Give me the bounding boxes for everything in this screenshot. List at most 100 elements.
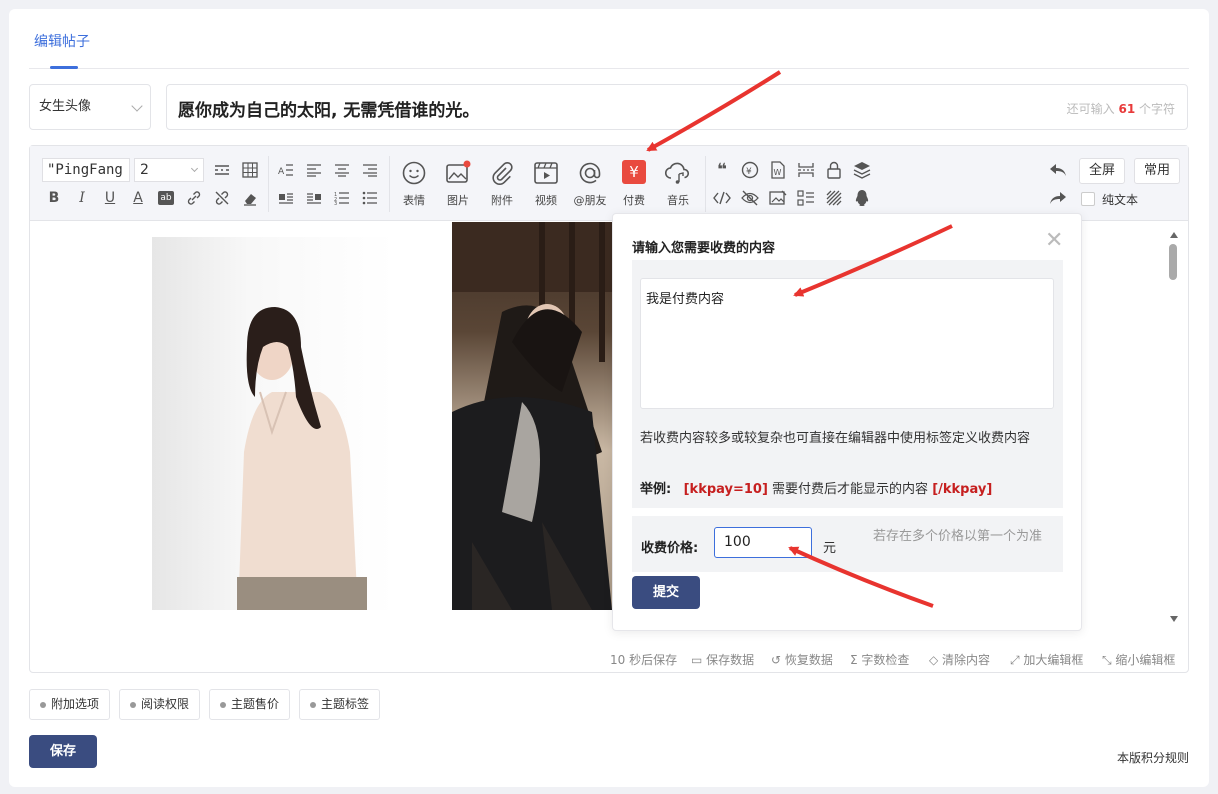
svg-text:W: W — [774, 168, 782, 177]
pay-content-section: 我是付费内容 若收费内容较多或较复杂也可直接在编辑器中使用标签定义收费内容 举例… — [632, 260, 1063, 508]
post-editor-card: 编辑帖子 女生头像 愿你成为自己的太阳, 无需凭借谁的光。 还可输入 61 个字… — [9, 9, 1209, 787]
price-unit: 元 — [823, 541, 837, 556]
option-read-permission[interactable]: 阅读权限 — [119, 689, 201, 720]
page-break-icon[interactable] — [795, 159, 817, 181]
at-sign-icon — [570, 160, 610, 188]
emoji-button[interactable]: 表情 — [394, 160, 434, 212]
underline-icon[interactable]: U — [99, 187, 121, 209]
qq-icon[interactable] — [851, 187, 873, 209]
pattern-icon[interactable] — [823, 187, 845, 209]
align-center-icon[interactable] — [331, 159, 353, 181]
price-label: 收费价格: — [641, 541, 699, 556]
attachment-button[interactable]: 附件 — [482, 160, 522, 212]
ordered-list-icon[interactable]: 123 — [331, 187, 353, 209]
font-size-select[interactable]: 2 — [134, 158, 204, 182]
bold-icon[interactable]: B — [43, 187, 65, 209]
smiley-icon — [394, 160, 434, 188]
plain-text-label: 纯文本 — [1102, 193, 1139, 207]
float-left-icon[interactable] — [275, 187, 297, 209]
image-edit-icon[interactable] — [767, 187, 789, 209]
close-icon[interactable]: ✕ — [1045, 228, 1063, 253]
bullet-icon — [220, 702, 226, 708]
chevron-down-icon — [190, 164, 199, 173]
save-data-button[interactable]: ▭ 保存数据 — [691, 651, 754, 668]
tab-edit-post[interactable]: 编辑帖子 — [34, 31, 90, 51]
fullscreen-button[interactable]: 全屏 — [1079, 158, 1125, 184]
chevron-down-icon — [131, 100, 143, 112]
option-topic-price[interactable]: 主题售价 — [209, 689, 291, 720]
scrollbar-thumb[interactable] — [1169, 244, 1177, 280]
word-doc-icon[interactable]: W — [767, 159, 789, 181]
scroll-up-arrow[interactable] — [1170, 232, 1178, 238]
video-icon — [526, 160, 566, 188]
lock-icon[interactable] — [823, 159, 845, 181]
restore-data-button[interactable]: ↺ 恢复数据 — [771, 651, 833, 668]
word-check-button[interactable]: Σ 字数检查 — [850, 651, 909, 668]
pay-example: 举例: [kkpay=10] 需要付费后才能显示的内容 [/kkpay] — [640, 482, 993, 497]
font-color-icon[interactable]: A — [127, 187, 149, 209]
code-icon[interactable] — [711, 187, 733, 209]
autosave-countdown: 10 秒后保存 — [610, 653, 678, 667]
undo-icon[interactable] — [1047, 159, 1069, 181]
list-grid-icon[interactable] — [795, 187, 817, 209]
svg-text:3: 3 — [334, 201, 337, 205]
save-button[interactable]: 保存 — [29, 735, 97, 768]
music-button[interactable]: 音乐 — [658, 160, 698, 212]
editor-statusbar: 10 秒后保存 ▭ 保存数据 ↺ 恢复数据 Σ 字数检查 ◇ 清除内容 ⤢ 加大… — [30, 646, 1188, 672]
bullet-icon — [130, 702, 136, 708]
eraser-icon[interactable] — [239, 187, 261, 209]
hide-content-icon[interactable] — [739, 187, 761, 209]
link-icon[interactable] — [183, 187, 205, 209]
image-button[interactable]: 图片 — [438, 160, 478, 212]
svg-text:¥: ¥ — [746, 167, 752, 177]
align-right-icon[interactable] — [359, 159, 381, 181]
title-input[interactable]: 愿你成为自己的太阳, 无需凭借谁的光。 还可输入 61 个字符 — [166, 84, 1188, 130]
price-section: 收费价格: 100 元 若存在多个价格以第一个为准 — [632, 516, 1063, 572]
shrink-icon: ⤡ — [1102, 653, 1116, 667]
eraser-icon: ◇ — [929, 653, 943, 667]
clear-content-button[interactable]: ◇ 清除内容 — [929, 651, 990, 668]
yuan-icon: ¥ — [622, 160, 646, 184]
common-button[interactable]: 常用 — [1134, 158, 1180, 184]
option-extra[interactable]: 附加选项 — [29, 689, 111, 720]
video-button[interactable]: 视频 — [526, 160, 566, 212]
sigma-icon: Σ — [850, 653, 862, 667]
table-icon[interactable] — [239, 159, 261, 181]
unordered-list-icon[interactable] — [359, 187, 381, 209]
float-right-icon[interactable] — [303, 187, 325, 209]
paperclip-icon — [482, 160, 522, 188]
tab-bar: 编辑帖子 — [29, 9, 1189, 69]
points-rules-link[interactable]: 本版积分规则 — [1117, 749, 1189, 766]
price-input[interactable]: 100 — [714, 527, 812, 558]
unlink-icon[interactable] — [211, 187, 233, 209]
mention-button[interactable]: @朋友 — [570, 160, 610, 212]
option-topic-tags[interactable]: 主题标签 — [299, 689, 381, 720]
popup-title: 请输入您需要收费的内容 — [632, 241, 776, 256]
italic-icon[interactable]: I — [71, 187, 93, 209]
expand-icon: ⤢ — [1010, 653, 1024, 667]
layers-icon[interactable] — [851, 159, 873, 181]
pay-content-textarea[interactable]: 我是付费内容 — [640, 278, 1054, 409]
ordered-heading-icon[interactable]: A — [275, 159, 297, 181]
pay-button[interactable]: ¥ 付费 — [614, 160, 654, 212]
enlarge-editor-button[interactable]: ⤢ 加大编辑框 — [1010, 651, 1083, 668]
coin-icon[interactable]: ¥ — [739, 159, 761, 181]
font-family-select[interactable]: "PingFang S — [42, 158, 130, 182]
quote-icon[interactable]: ❝ — [711, 159, 733, 181]
category-select[interactable]: 女生头像 — [29, 84, 151, 130]
remaining-count: 61 — [1118, 102, 1136, 116]
align-left-icon[interactable] — [303, 159, 325, 181]
shrink-editor-button[interactable]: ⤡ 缩小编辑框 — [1102, 651, 1175, 668]
scroll-down-arrow[interactable] — [1170, 616, 1178, 622]
background-color-icon[interactable]: ab — [155, 187, 177, 209]
pay-content-popup: 请输入您需要收费的内容 ✕ 我是付费内容 若收费内容较多或较复杂也可直接在编辑器… — [612, 213, 1082, 631]
char-count: 还可输入 61 个字符 — [1066, 102, 1175, 116]
cloud-music-icon — [658, 160, 698, 188]
plain-text-checkbox[interactable] — [1081, 192, 1095, 206]
horizontal-rule-icon[interactable] — [211, 159, 233, 181]
redo-icon[interactable] — [1047, 187, 1069, 209]
pay-hint-text: 若收费内容较多或较复杂也可直接在编辑器中使用标签定义收费内容 — [640, 431, 1031, 446]
save-icon: ▭ — [691, 653, 707, 667]
svg-text:A: A — [278, 167, 285, 177]
submit-button[interactable]: 提交 — [632, 576, 700, 609]
